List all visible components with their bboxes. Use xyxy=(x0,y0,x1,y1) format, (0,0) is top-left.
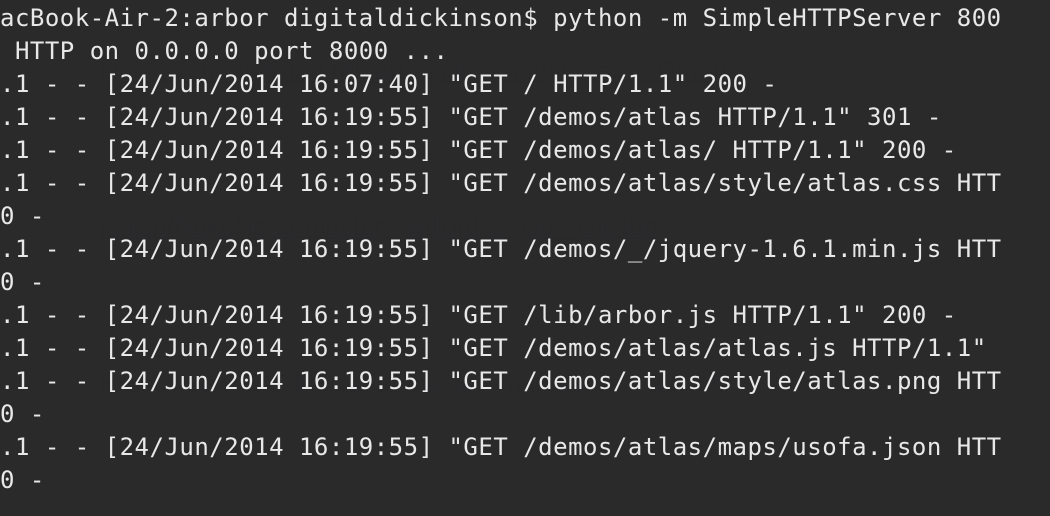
terminal-line: .1 - - [24/Jun/2014 16:19:55] "GET /demo… xyxy=(0,431,1050,464)
terminal-line: 0 - xyxy=(0,398,1050,431)
terminal-line: .1 - - [24/Jun/2014 16:19:55] "GET /demo… xyxy=(0,167,1050,200)
terminal-line: .1 - - [24/Jun/2014 16:19:55] "GET /lib/… xyxy=(0,299,1050,332)
terminal-window[interactable]: acBook-Air-2:arbor digitaldickinson$ pyt… xyxy=(0,0,1050,516)
terminal-line: acBook-Air-2:arbor digitaldickinson$ pyt… xyxy=(0,2,1050,35)
terminal-line: HTTP on 0.0.0.0 port 8000 ... xyxy=(0,35,1050,68)
terminal-line: .1 - - [24/Jun/2014 16:07:40] "GET / HTT… xyxy=(0,68,1050,101)
terminal-line: .1 - - [24/Jun/2014 16:19:55] "GET /demo… xyxy=(0,332,1050,365)
terminal-line: .1 - - [24/Jun/2014 16:19:55] "GET /demo… xyxy=(0,134,1050,167)
terminal-line: .1 - - [24/Jun/2014 16:19:55] "GET /demo… xyxy=(0,365,1050,398)
terminal-line: .1 - - [24/Jun/2014 16:19:55] "GET /demo… xyxy=(0,233,1050,266)
terminal-line: 0 - xyxy=(0,266,1050,299)
terminal-line: .1 - - [24/Jun/2014 16:19:55] "GET /demo… xyxy=(0,101,1050,134)
terminal-line: 0 - xyxy=(0,200,1050,233)
terminal-line: 0 - xyxy=(0,464,1050,497)
